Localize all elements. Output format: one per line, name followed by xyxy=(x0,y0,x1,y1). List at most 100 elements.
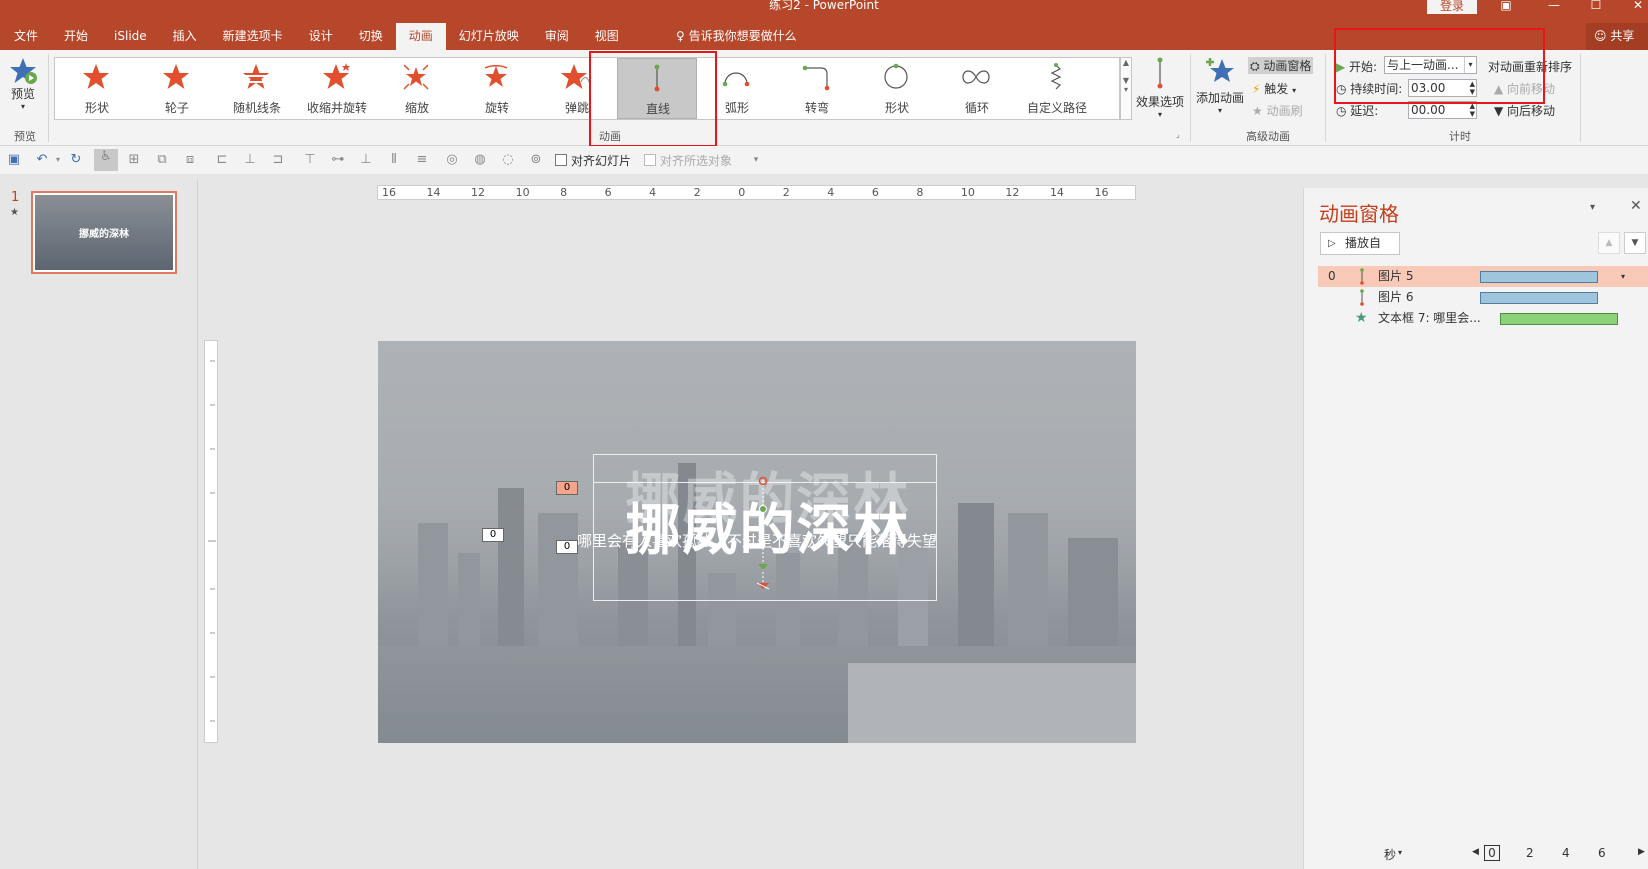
anim-random-bars[interactable]: 随机线条 xyxy=(217,58,297,119)
redo-icon[interactable]: ↻ xyxy=(68,152,84,168)
distribute-h-icon[interactable]: ⫴ xyxy=(386,152,402,168)
chevron-down-icon[interactable]: ▾ xyxy=(1398,848,1402,857)
anim-grow-turn[interactable]: 收缩并旋转 xyxy=(297,58,377,119)
tab-islide[interactable]: iSlide xyxy=(101,23,160,50)
anim-swivel[interactable]: 旋转 xyxy=(457,58,537,119)
dialog-launcher-icon[interactable]: ⌟ xyxy=(1176,130,1180,139)
combine-icon[interactable]: ◍ xyxy=(472,152,488,168)
anim-wheel[interactable]: 轮子 xyxy=(137,58,217,119)
anim-turns[interactable]: 转弯 xyxy=(777,58,857,119)
tab-slideshow[interactable]: 幻灯片放映 xyxy=(446,23,532,50)
anim-wheel-label: 轮子 xyxy=(164,101,189,115)
tell-me-label: 告诉我你想要做什么 xyxy=(688,29,797,43)
anim-zoom[interactable]: 缩放 xyxy=(377,58,457,119)
duration-label: ◷ 持续时间: xyxy=(1336,80,1402,97)
move-up-icon[interactable]: ▲ xyxy=(1598,232,1620,254)
animation-painter-button[interactable]: ★ 动画刷 xyxy=(1252,102,1303,119)
preview-button[interactable]: 预览 ▾ xyxy=(4,56,42,111)
trigger-button[interactable]: ⚡ 触发 ▾ xyxy=(1252,80,1296,97)
align-right-icon[interactable]: ⊐ xyxy=(270,152,286,168)
align-slide-checkbox[interactable] xyxy=(555,154,567,166)
tab-transitions[interactable]: 切换 xyxy=(346,23,396,50)
customize-qat-icon[interactable]: ▾ xyxy=(748,152,764,168)
move-later-button[interactable]: ▼ 向后移动 xyxy=(1494,102,1555,119)
chevron-down-icon: ▾ xyxy=(1217,106,1222,115)
slide-thumbnail[interactable]: 挪威的深林 xyxy=(31,191,177,274)
pane-divider[interactable] xyxy=(197,180,198,869)
anim-shape[interactable]: 形状 xyxy=(57,58,137,119)
intersect-icon[interactable]: ⊚ xyxy=(528,152,544,168)
grid-icon[interactable]: ⊞ xyxy=(126,152,142,168)
delay-input[interactable]: 00.00 ▲ ▼ xyxy=(1408,101,1477,119)
animation-pane-button[interactable]: ⛭ 动画窗格 xyxy=(1248,57,1314,74)
login-button[interactable]: 登录 xyxy=(1427,0,1477,14)
anim-list-item[interactable]: 0 图片 5 ▾ xyxy=(1318,266,1648,287)
anim-bounce[interactable]: 弹跳 xyxy=(537,58,617,119)
anim-custom-path[interactable]: 自定义路径 xyxy=(1017,58,1097,119)
anim-arcs[interactable]: 弧形 xyxy=(697,58,777,119)
ungroup-icon[interactable]: ⧈ xyxy=(182,152,198,168)
minimize-icon[interactable]: — xyxy=(1544,0,1564,12)
align-left-icon[interactable]: ⊏ xyxy=(214,152,230,168)
anim-name: 图片 5 xyxy=(1378,269,1414,283)
tab-review[interactable]: 审阅 xyxy=(532,23,582,50)
align-middle-icon[interactable]: ⊶ xyxy=(330,152,346,168)
align-top-icon[interactable]: ⊤ xyxy=(302,152,318,168)
effect-options-label: 效果选项 xyxy=(1135,95,1184,109)
scroll-right-icon[interactable]: ▶ xyxy=(1638,847,1645,857)
anim-shapes-path[interactable]: 形状 xyxy=(857,58,937,119)
maximize-icon[interactable]: ☐ xyxy=(1586,0,1606,12)
distribute-v-icon[interactable]: ≡ xyxy=(414,152,430,168)
timeline-bar[interactable] xyxy=(1480,292,1598,304)
chevron-down-icon[interactable]: ▾ xyxy=(1621,266,1625,287)
star-lines-icon xyxy=(243,64,269,89)
effect-options-button[interactable]: 效果选项 ▾ xyxy=(1134,56,1186,119)
tab-new[interactable]: 新建选项卡 xyxy=(210,23,296,50)
animation-tag[interactable]: 0 xyxy=(482,528,504,542)
share-button[interactable]: ☺ 共享 xyxy=(1586,23,1648,50)
tab-animations[interactable]: 动画 xyxy=(395,23,446,50)
tab-file[interactable]: 文件 xyxy=(0,23,51,50)
animation-tag[interactable]: 0 xyxy=(556,481,578,495)
seconds-label[interactable]: 秒 xyxy=(1384,846,1396,863)
tell-me-search[interactable]: ♀ 告诉我你想要做什么 xyxy=(676,23,797,50)
anim-loops[interactable]: 循环 xyxy=(937,58,1017,119)
anim-list-item[interactable]: 图片 6 xyxy=(1318,287,1648,308)
anim-list-item[interactable]: ★ 文本框 7: 哪里会... xyxy=(1318,308,1648,329)
tab-view[interactable]: 视图 xyxy=(582,23,632,50)
motion-path[interactable] xyxy=(753,476,773,591)
ribbon-display-icon[interactable]: ▣ xyxy=(1496,0,1516,12)
undo-icon[interactable]: ↶ xyxy=(34,152,50,168)
tab-home[interactable]: 开始 xyxy=(51,23,101,50)
animation-tag[interactable]: 0 xyxy=(556,540,578,554)
align-selected-checkbox[interactable] xyxy=(644,154,656,166)
down-arrow-icon: ▼ xyxy=(1494,104,1508,118)
start-select[interactable]: 与上一动画... ▾ xyxy=(1384,56,1477,74)
play-from-button[interactable]: ▷ 播放自 xyxy=(1320,232,1400,255)
chevron-down-icon[interactable]: ▾ xyxy=(50,152,66,168)
align-bottom-icon[interactable]: ⊥ xyxy=(358,152,374,168)
fragment-icon[interactable]: ◌ xyxy=(500,152,516,168)
timeline-bar[interactable] xyxy=(1500,313,1618,325)
move-earlier-button[interactable]: ▲ 向前移动 xyxy=(1494,80,1555,97)
save-icon[interactable]: ▣ xyxy=(6,152,22,168)
select-tool-icon[interactable]: ♿ xyxy=(94,149,118,171)
scroll-left-icon[interactable]: ◀ xyxy=(1472,847,1479,857)
move-down-icon[interactable]: ▼ xyxy=(1624,232,1646,254)
star-spin-icon xyxy=(323,63,350,89)
add-animation-button[interactable]: 添加动画 ▾ xyxy=(1194,56,1246,115)
tab-design[interactable]: 设计 xyxy=(296,23,346,50)
anim-lines[interactable]: 直线 xyxy=(617,58,697,119)
close-window-icon[interactable]: ✕ xyxy=(1628,0,1648,12)
duration-input[interactable]: 03.00 ▲ ▼ xyxy=(1408,79,1477,97)
close-pane-icon[interactable]: ✕ xyxy=(1630,198,1642,214)
align-center-icon[interactable]: ⊥ xyxy=(242,152,258,168)
gallery-scroll[interactable]: ▲ ▼ ▾ xyxy=(1120,57,1132,120)
timeline-bar[interactable] xyxy=(1480,271,1598,283)
group-icon[interactable]: ⧉ xyxy=(154,152,170,168)
quick-access-toolbar: ▣ ↶ ▾ ↻ ♿ ⊞ ⧉ ⧈ ⊏ ⊥ ⊐ ⊤ ⊶ ⊥ ⫴ ≡ ◎ ◍ ◌ ⊚ … xyxy=(0,146,1648,174)
slide-canvas[interactable]: 挪威的深林 哪里会有人喜欢孤独，不过是不喜欢失望只能落得失望 挪威的深林 0 0… xyxy=(378,341,1136,743)
tab-insert[interactable]: 插入 xyxy=(160,23,210,50)
union-icon[interactable]: ◎ xyxy=(444,152,460,168)
pane-options-icon[interactable]: ▾ xyxy=(1590,202,1595,213)
